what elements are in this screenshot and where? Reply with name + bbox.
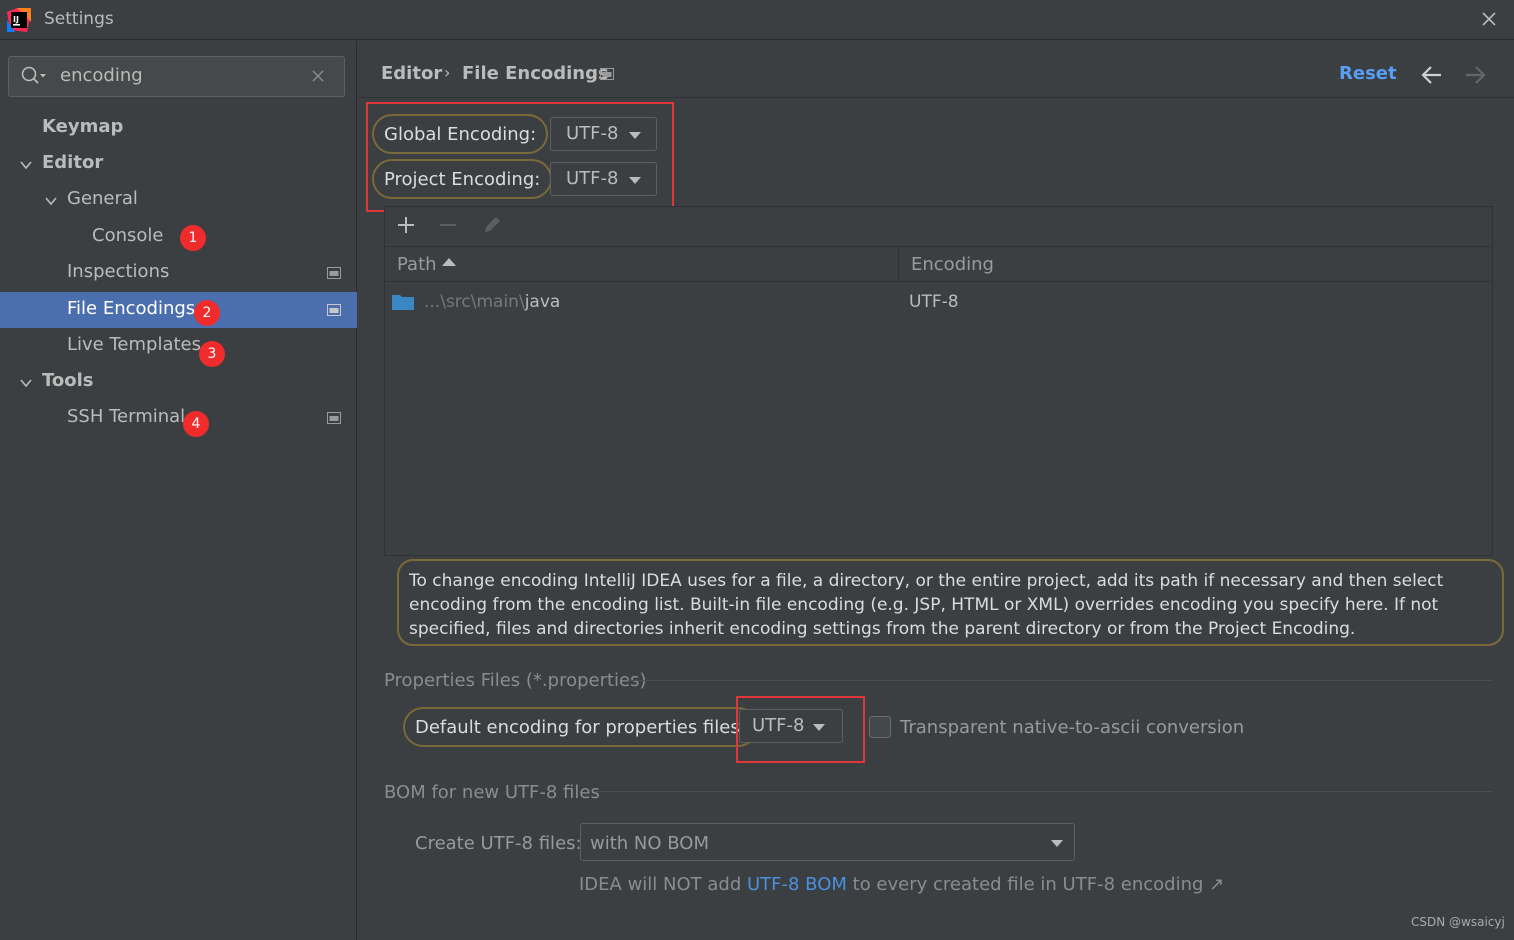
window-title: Settings <box>44 9 114 29</box>
sidebar-item-label: Live Templates <box>67 334 201 355</box>
sidebar-item-live-templates[interactable]: Live Templates 3 <box>0 328 357 367</box>
bom-note-suffix: to every created file in UTF-8 encoding … <box>846 874 1225 895</box>
sidebar-item-label: General <box>67 188 138 209</box>
sidebar-item-label: Tools <box>42 370 94 391</box>
table-row-path[interactable]: ...\src\main\java <box>424 292 560 312</box>
search-input[interactable] <box>8 56 345 97</box>
search-value[interactable]: encoding <box>60 65 143 86</box>
create-utf8-label: Create UTF-8 files: <box>415 833 582 854</box>
folder-icon <box>392 295 414 310</box>
column-header-encoding[interactable]: Encoding <box>911 254 994 275</box>
path-leaf: java <box>524 292 561 312</box>
watermark: CSDN @wsaicyj <box>1411 915 1505 929</box>
annotation-highlight-box <box>366 102 674 212</box>
chevron-down-icon[interactable] <box>19 376 33 390</box>
encoding-info-text: To change encoding IntelliJ IDEA uses fo… <box>397 559 1504 646</box>
back-arrow-icon[interactable] <box>1420 64 1444 86</box>
sidebar-item-label: Keymap <box>42 116 124 137</box>
sort-ascending-icon[interactable] <box>442 258 456 266</box>
breadcrumb-separator: › <box>444 63 451 82</box>
project-scope-icon <box>327 267 341 279</box>
page-title: File Encodings <box>462 63 609 84</box>
annotation-badge: 4 <box>183 411 209 437</box>
bom-section-title: BOM for new UTF-8 files <box>384 782 600 803</box>
create-utf8-value: with NO BOM <box>590 833 709 854</box>
edit-pencil-icon[interactable] <box>481 214 503 236</box>
sidebar-item-file-encodings[interactable]: File Encodings 2 <box>0 292 357 328</box>
create-utf8-dropdown[interactable]: with NO BOM <box>580 823 1075 861</box>
sidebar-item-keymap[interactable]: Keymap <box>0 110 357 146</box>
default-properties-encoding-label: Default encoding for properties files: <box>403 707 758 747</box>
clear-search-icon[interactable] <box>310 68 326 84</box>
breadcrumb-editor[interactable]: Editor <box>381 63 442 84</box>
table-row-encoding[interactable]: UTF-8 <box>909 292 959 312</box>
close-icon[interactable] <box>1478 8 1500 30</box>
sidebar-item-label: Console <box>92 225 164 246</box>
sidebar-item-console[interactable]: Console 1 <box>0 219 357 255</box>
project-scope-icon <box>327 304 341 316</box>
transparent-conversion-checkbox[interactable] <box>869 716 891 738</box>
title-bar <box>0 0 1514 40</box>
annotation-badge: 2 <box>194 300 220 326</box>
section-divider <box>628 680 1493 681</box>
sidebar-item-label: SSH Terminal <box>67 406 186 427</box>
section-divider <box>594 791 1493 792</box>
sidebar-item-ssh-terminal[interactable]: SSH Terminal 4 <box>0 400 357 437</box>
properties-section-title: Properties Files (*.properties) <box>384 670 647 691</box>
path-table-toolbar <box>384 206 1493 246</box>
bom-note-prefix: IDEA will NOT add <box>579 874 747 895</box>
intellij-logo-icon: IJ <box>7 8 31 32</box>
chevron-down-icon[interactable] <box>44 194 58 208</box>
sidebar-item-label: Inspections <box>67 261 170 282</box>
path-prefix: ...\src\main\ <box>424 292 525 312</box>
dropdown-arrow-icon <box>1051 840 1063 847</box>
project-scope-icon <box>327 412 341 424</box>
utf8-bom-link[interactable]: UTF-8 BOM <box>747 874 847 895</box>
column-header-path[interactable]: Path <box>397 254 437 275</box>
project-scope-icon <box>600 68 614 80</box>
sidebar-item-general[interactable]: General <box>0 182 357 218</box>
add-icon[interactable] <box>396 215 416 235</box>
sidebar-item-label: Editor <box>42 152 104 173</box>
transparent-conversion-label[interactable]: Transparent native-to-ascii conversion <box>900 717 1244 738</box>
sidebar-item-label: File Encodings <box>67 298 196 319</box>
sidebar-item-inspections[interactable]: Inspections <box>0 255 357 291</box>
chevron-down-icon[interactable] <box>19 158 33 172</box>
remove-icon[interactable] <box>438 215 458 235</box>
bom-note: IDEA will NOT add UTF-8 BOM to every cre… <box>579 874 1224 895</box>
svg-text:IJ: IJ <box>13 15 19 24</box>
reset-button[interactable]: Reset <box>1339 63 1397 84</box>
annotation-badge: 1 <box>180 225 206 251</box>
sidebar-item-editor[interactable]: Editor <box>0 146 357 182</box>
annotation-highlight-box <box>736 696 865 763</box>
search-icon[interactable] <box>20 65 48 87</box>
sidebar-item-tools[interactable]: Tools <box>0 364 357 400</box>
column-divider[interactable] <box>898 247 899 282</box>
forward-arrow-icon[interactable] <box>1463 64 1487 86</box>
